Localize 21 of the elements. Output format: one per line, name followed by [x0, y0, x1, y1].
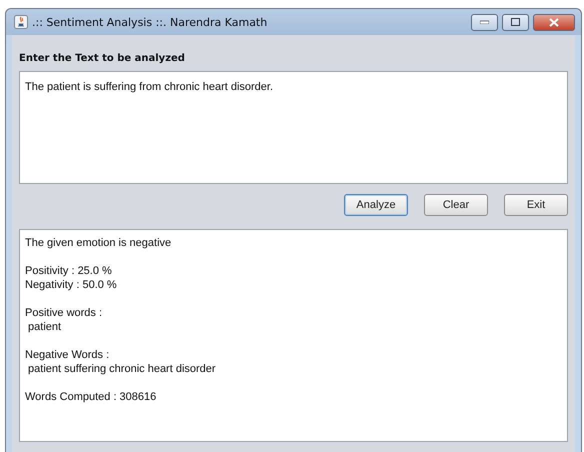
input-text-area[interactable]: The patient is suffering from chronic heart disorder. [19, 71, 568, 184]
result-line: patient [27, 320, 62, 334]
action-button[interactable]: Clear [424, 194, 488, 216]
result-line: The given emotion is negative [25, 236, 172, 250]
window-title: .:: Sentiment Analysis ::. Narendra Kamath [32, 16, 268, 28]
action-button[interactable]: Exit [504, 194, 568, 216]
result-line: Positive words : [25, 306, 102, 320]
result-line: Positivity : 25.0 % [25, 264, 112, 278]
result-line: Negative Words : [25, 348, 110, 362]
action-button[interactable]: Analyze [344, 194, 408, 216]
result-line: patient suffering chronic heart disorder [27, 362, 216, 376]
coffee-cup-icon [14, 15, 28, 29]
input-label: Enter the Text to be analyzed [19, 53, 185, 64]
close-button[interactable] [533, 14, 575, 30]
close-icon [549, 18, 559, 26]
minimize-button[interactable] [471, 14, 498, 30]
minimize-icon [480, 20, 489, 24]
maximize-button[interactable] [502, 14, 529, 30]
maximize-icon [511, 18, 520, 26]
result-line: Words Computed : 308616 [25, 390, 156, 404]
result-line: Negativity : 50.0 % [25, 278, 117, 292]
